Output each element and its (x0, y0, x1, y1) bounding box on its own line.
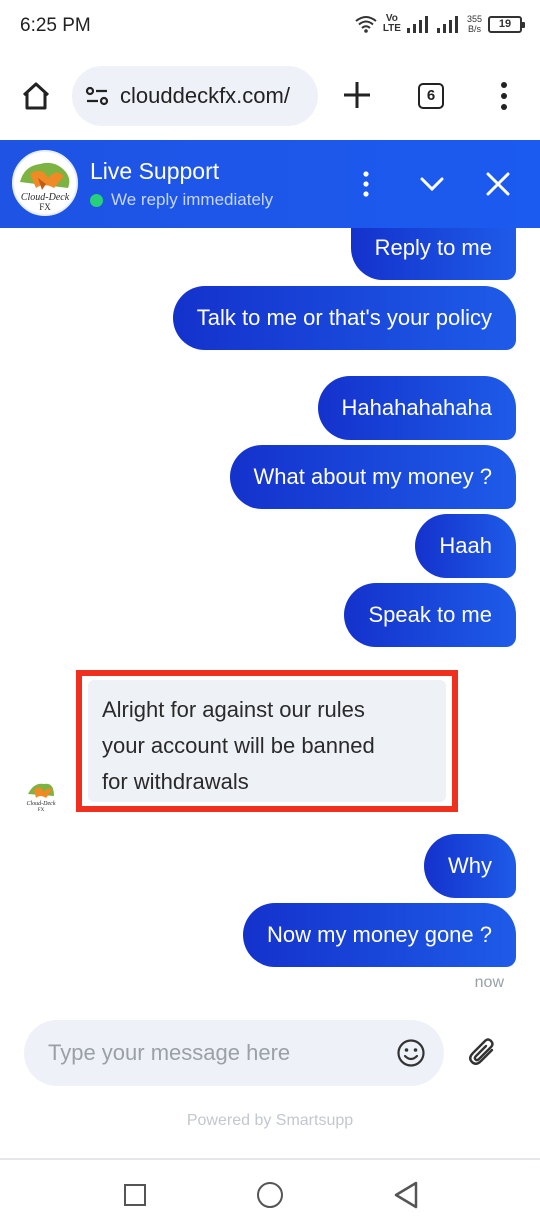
speed-unit: B/s (467, 24, 481, 34)
outgoing-message: Speak to me (344, 583, 516, 647)
chevron-down-icon[interactable] (416, 168, 448, 200)
online-indicator (90, 193, 103, 207)
chat-header: Cloud-Deck FX Live Support We reply imme… (0, 140, 540, 228)
signal-icon-1 (406, 16, 428, 33)
status-time: 6:25 PM (20, 15, 91, 36)
system-nav-bar (0, 1158, 540, 1230)
incoming-message: Alright for against our rules your accou… (88, 680, 446, 802)
browser-toolbar: clouddeckfx.com/ 6 (0, 56, 540, 138)
incoming-message-line: your account will be banned (102, 733, 375, 758)
message-composer (24, 1020, 444, 1086)
message-list[interactable]: Reply to me Talk to me or that's your po… (0, 228, 540, 1000)
outgoing-message: Haah (415, 514, 516, 578)
outgoing-message: Reply to me (350, 228, 516, 280)
svg-text:FX: FX (39, 202, 51, 212)
message-timestamp: now (474, 974, 504, 991)
site-settings-icon[interactable] (84, 83, 110, 109)
cloud-deck-avatar-image: Cloud-Deck FX (22, 774, 60, 812)
outgoing-message: What about my money ? (229, 445, 516, 509)
volte-indicator: Vo LTE (383, 14, 401, 34)
wifi-icon (355, 16, 377, 33)
message-input[interactable] (48, 1020, 378, 1086)
svg-text:Cloud-Deck: Cloud-Deck (27, 801, 56, 807)
recents-button[interactable] (124, 1184, 146, 1206)
outgoing-message: Hahahahahaha (317, 376, 516, 440)
address-bar[interactable]: clouddeckfx.com/ (72, 66, 318, 126)
chat-status: We reply immediately (90, 190, 273, 210)
company-logo: Cloud-Deck FX (12, 150, 78, 216)
chat-subtitle: We reply immediately (111, 190, 274, 209)
battery-icon: 19 (488, 15, 525, 33)
speed-value: 355 (466, 14, 482, 24)
cloud-deck-logo-image: Cloud-Deck FX (14, 152, 76, 214)
chat-title: Live Support (90, 158, 220, 184)
status-bar: 6:25 PM Vo LTE 355 B/s 19 (0, 0, 540, 56)
home-icon (22, 82, 50, 110)
tab-switcher-button[interactable]: 6 (418, 83, 444, 109)
network-speed: 355 B/s (467, 14, 482, 34)
new-tab-button[interactable] (340, 78, 374, 112)
emoji-icon[interactable] (396, 1038, 426, 1068)
url-text: clouddeckfx.com/ (120, 83, 290, 108)
powered-by[interactable]: Powered by Smartsupp (0, 1112, 540, 1130)
outgoing-message: Now my money gone ? (243, 903, 516, 967)
back-icon[interactable] (392, 1180, 420, 1210)
home-nav-button[interactable] (257, 1182, 283, 1208)
paperclip-icon[interactable] (466, 1036, 500, 1070)
volte-line2: LTE (382, 23, 401, 34)
outgoing-message: Talk to me or that's your policy (172, 286, 516, 350)
browser-menu-icon[interactable] (496, 80, 512, 112)
chat-options-icon[interactable] (358, 168, 374, 200)
close-icon[interactable] (482, 168, 514, 200)
incoming-message-line: Alright for against our rules (102, 697, 365, 722)
outgoing-message: Why (424, 834, 516, 898)
svg-text:FX: FX (38, 808, 45, 812)
signal-icon-2 (436, 16, 458, 33)
incoming-message-line: for withdrawals (102, 769, 249, 794)
agent-avatar: Cloud-Deck FX (22, 774, 60, 812)
highlight-box: Alright for against our rules your accou… (76, 670, 458, 812)
home-button[interactable] (18, 78, 54, 114)
status-icons: Vo LTE 355 B/s 19 (355, 14, 525, 34)
